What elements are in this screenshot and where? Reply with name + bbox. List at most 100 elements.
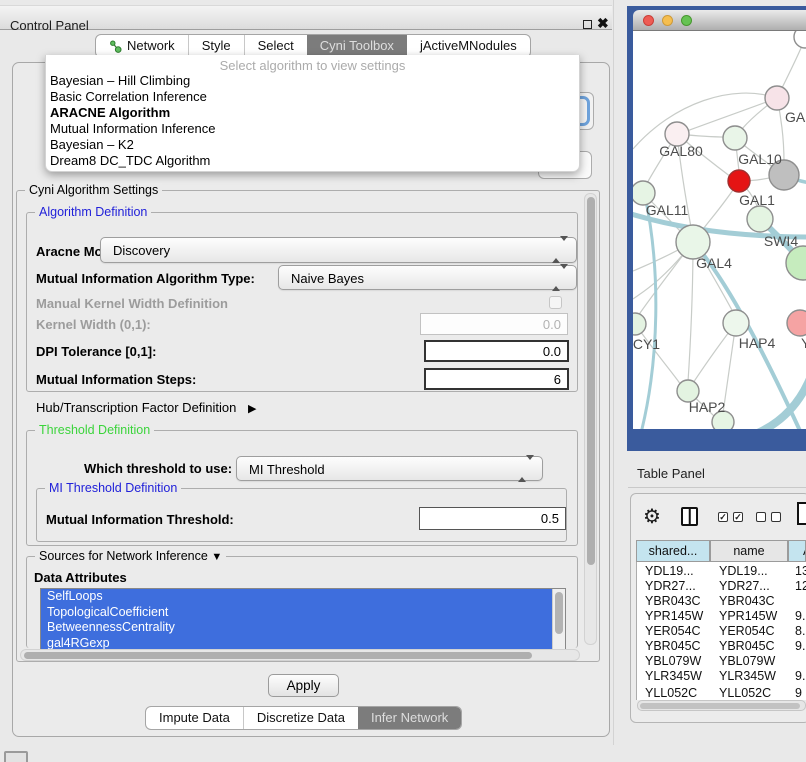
algorithm-option[interactable]: Mutual Information Inference (46, 121, 579, 137)
algorithm-option-selected[interactable]: ARACNE Algorithm (46, 105, 579, 121)
panel-divider[interactable] (613, 0, 614, 745)
node-gal4[interactable] (676, 225, 710, 259)
deselect-all-columns-icon[interactable] (756, 512, 781, 522)
node-label: HAP2 (689, 399, 726, 415)
table-cell[interactable]: 9. (795, 609, 805, 623)
table-cell[interactable]: YBL079W (719, 654, 775, 668)
table-cell[interactable]: 9. (795, 639, 805, 653)
which-threshold-combobox[interactable]: MI Threshold (236, 456, 543, 481)
mi-threshold-input[interactable] (419, 507, 566, 530)
table-cell[interactable]: YLL052C (645, 686, 697, 700)
aracne-mode-combobox[interactable]: Discovery (100, 237, 577, 263)
algorithm-option[interactable]: Bayesian – K2 (46, 137, 579, 153)
close-icon[interactable]: ✖ (597, 15, 609, 32)
table-cell[interactable]: YLR345W (719, 669, 776, 683)
settings-horizontal-scrollbar[interactable] (20, 649, 580, 661)
node-hap4[interactable] (723, 310, 749, 336)
node-label: GAL80 (659, 143, 703, 159)
scrollbar-thumb[interactable] (640, 703, 800, 710)
zoom-traffic-icon[interactable] (681, 15, 692, 26)
manual-kernel-width-checkbox[interactable] (549, 296, 562, 309)
table-cell[interactable]: YPR145W (645, 609, 703, 623)
columns-icon-divider (688, 509, 691, 524)
table-cell[interactable]: YBR043C (719, 594, 775, 608)
table-cell[interactable]: 9. (795, 669, 805, 683)
table-cell[interactable]: YER054C (645, 624, 701, 638)
kernel-width-label: Kernel Width (0,1): (36, 317, 151, 332)
combobox-value: Naive Bayes (291, 266, 364, 291)
algorithm-option[interactable]: Dream8 DC_TDC Algorithm (46, 153, 579, 169)
node-label: SWI4 (764, 233, 798, 249)
network-window-titlebar[interactable] (633, 10, 806, 31)
node-gal1[interactable] (747, 206, 773, 232)
tab-infer-network[interactable]: Infer Network (358, 707, 461, 729)
table-cell[interactable]: YBR045C (719, 639, 775, 653)
columns-icon[interactable] (681, 507, 698, 526)
tab-select[interactable]: Select (244, 35, 307, 57)
table-cell[interactable]: YLL052C (719, 686, 771, 700)
table-cell[interactable]: YBR045C (645, 639, 701, 653)
table-cell[interactable]: 9 (795, 686, 802, 700)
kernel-width-input[interactable] (420, 313, 568, 335)
column-header-partial[interactable]: A (788, 540, 806, 562)
column-header-shared-name[interactable]: shared... (636, 540, 710, 562)
table-cell[interactable]: YDL19... (719, 564, 768, 578)
table-cell[interactable]: 12 (795, 579, 806, 593)
table-cell[interactable]: YBR043C (645, 594, 701, 608)
scrollbar-thumb[interactable] (587, 197, 595, 565)
data-attributes-list: SelfLoops TopologicalCoefficient Between… (40, 588, 566, 650)
table-cell[interactable]: YDR27... (719, 579, 770, 593)
node[interactable] (794, 31, 806, 48)
list-item-selected[interactable]: SelfLoops (41, 589, 553, 605)
settings-vertical-scrollbar[interactable] (584, 193, 597, 645)
apply-button[interactable]: Apply (268, 674, 339, 697)
tab-impute-data[interactable]: Impute Data (146, 707, 243, 729)
network-view-canvas[interactable]: GAL GAL80 GAL10 GAL1 GAL11 SWI4 GAL4 GCY… (633, 31, 806, 429)
dpi-tolerance-input[interactable] (424, 340, 569, 362)
checked-checkbox-icon: ✓ (718, 512, 728, 522)
gear-icon[interactable]: ⚙ (643, 504, 661, 529)
close-traffic-icon[interactable] (643, 15, 654, 26)
table-horizontal-scrollbar[interactable] (637, 700, 806, 711)
list-scrollbar[interactable] (552, 589, 565, 649)
float-window-icon[interactable] (583, 20, 592, 29)
mi-steps-input[interactable] (424, 368, 569, 390)
algorithm-option[interactable]: Basic Correlation Inference (46, 89, 579, 105)
mi-algorithm-type-combobox[interactable]: Naive Bayes (278, 265, 577, 290)
list-item-selected[interactable]: TopologicalCoefficient (41, 605, 553, 621)
column-header-name[interactable]: name (710, 540, 788, 562)
algorithm-option[interactable]: Bayesian – Hill Climbing (46, 73, 579, 89)
table-cell[interactable]: YDL19... (645, 564, 694, 578)
scrollbar-thumb[interactable] (24, 652, 532, 659)
cyni-bottom-tabs: Impute Data Discretize Data Infer Networ… (145, 706, 462, 730)
tab-style[interactable]: Style (188, 35, 244, 57)
tab-jactivemnodules[interactable]: jActiveMNodules (407, 35, 530, 57)
select-all-columns-icon[interactable]: ✓ ✓ (718, 512, 743, 522)
table-cell[interactable]: YLR345W (645, 669, 702, 683)
minimize-traffic-icon[interactable] (662, 15, 673, 26)
table-cell[interactable]: YBL079W (645, 654, 701, 668)
node-salmon[interactable] (787, 310, 806, 336)
tab-network[interactable]: Network (96, 35, 188, 57)
node[interactable] (765, 86, 789, 110)
table-cell[interactable]: 8. (795, 624, 805, 638)
scrollbar-thumb[interactable] (555, 592, 563, 634)
document-icon[interactable] (797, 502, 806, 525)
table-cell[interactable]: YPR145W (719, 609, 777, 623)
node-red-selected[interactable] (728, 170, 750, 192)
tab-discretize-data[interactable]: Discretize Data (243, 707, 358, 729)
unchecked-checkbox-icon (756, 512, 766, 522)
node-gcy1[interactable] (633, 313, 646, 335)
group-title: Threshold Definition (35, 423, 154, 437)
table-cell[interactable]: YER054C (719, 624, 775, 638)
list-item-selected[interactable]: gal4RGexp (41, 636, 553, 651)
table-cell[interactable]: YDR27... (645, 579, 696, 593)
list-item-selected[interactable]: BetweennessCentrality (41, 620, 553, 636)
node-gal10[interactable] (723, 126, 747, 150)
tab-cyni-toolbox[interactable]: Cyni Toolbox (307, 35, 407, 57)
table-cell[interactable]: 13 (795, 564, 806, 578)
checked-checkbox-icon: ✓ (733, 512, 743, 522)
collapsed-panel-button[interactable] (4, 751, 28, 762)
hub-section-toggle[interactable]: Hub/Transcription Factor Definition ▶ (36, 400, 256, 415)
node-label: GAL (785, 109, 806, 125)
